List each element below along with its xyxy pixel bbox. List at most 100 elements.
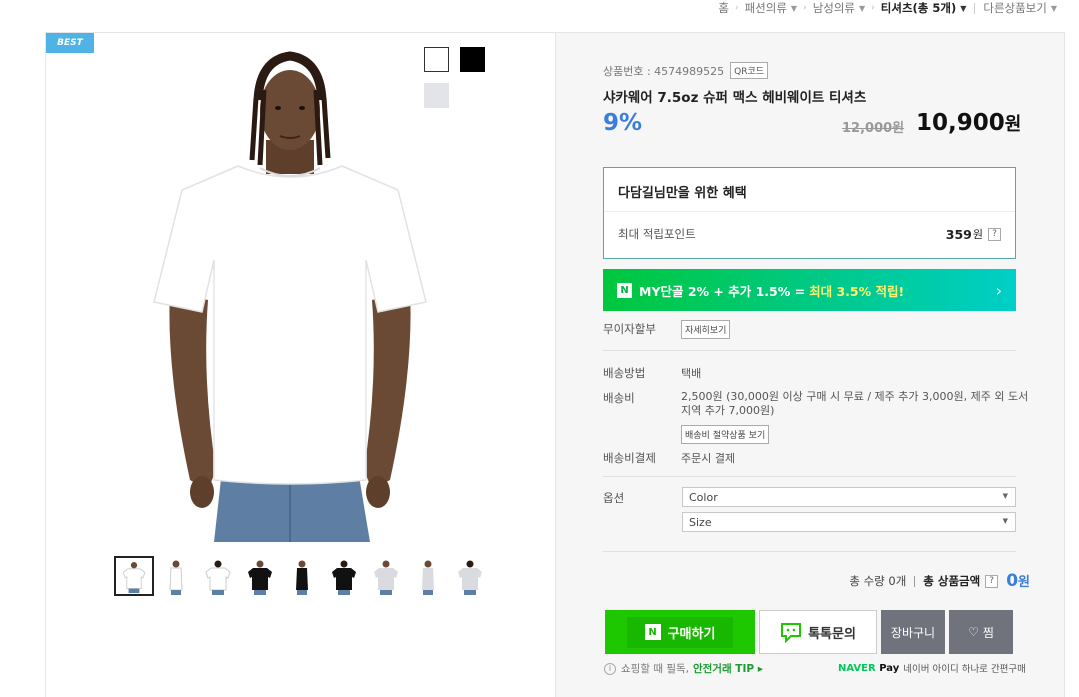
benefit-row: 최대 적립포인트 359 원? (604, 212, 1015, 256)
shipping-fee-line-1: 2,500원 (30,000원 이상 구매 시 무료 / 제주 추가 3,000… (681, 390, 1029, 403)
installment-label: 무이자할부 (603, 322, 656, 336)
benefit-points-value: 359 (945, 226, 972, 242)
size-select[interactable]: Size ▼ (682, 512, 1016, 532)
benefit-heading: 다담길님만을 위한 혜택 (604, 168, 1015, 212)
benefit-points-unit: 원 (972, 228, 983, 241)
benefit-points: 359 원? (946, 226, 1001, 242)
breadcrumb-separator-icon: › (803, 3, 807, 13)
chevron-down-icon: ▼ (1050, 3, 1057, 13)
color-select-value: Color (689, 491, 718, 504)
breadcrumb-separator-icon: › (871, 3, 875, 13)
breadcrumb-fashion[interactable]: 패션의류 ▼ (745, 0, 797, 16)
shipping-payment-label: 배송비결제 (603, 451, 656, 465)
thumbnail-black-front[interactable] (240, 556, 280, 596)
heart-icon: ♡ (968, 625, 979, 639)
shipping-saver-button[interactable]: 배송비 절약상품 보기 (681, 425, 770, 444)
sale-price: 10,900원 (916, 110, 1021, 136)
total-amount-unit: 원 (1018, 575, 1030, 590)
breadcrumb-current-label[interactable]: 티셔츠(총 5개) (881, 0, 956, 16)
total-summary: 총 수량 0개 총 상품금액 ? 0원 (849, 571, 1030, 591)
shipping-fee-line-2: 지역 추가 7,000원) (681, 404, 775, 417)
naver-pay-logo-naver: NAVER (838, 662, 876, 674)
shipping-payment-value: 주문시 결제 (681, 452, 736, 465)
info-icon: i (604, 662, 616, 675)
naver-n-icon: N (644, 624, 661, 640)
product-main-image[interactable] (130, 40, 450, 542)
naver-pay-logo: NAVER Pay (838, 663, 899, 674)
cart-button[interactable]: 장바구니 (881, 610, 945, 654)
installment-row: 무이자할부 (603, 321, 681, 337)
product-title: 샤카웨어 7.5oz 슈퍼 맥스 헤비웨이트 티셔츠 (603, 90, 867, 106)
chevron-down-icon: ▼ (1002, 517, 1008, 525)
benefit-label: 최대 적립포인트 (618, 227, 696, 241)
talktalk-button-label: 톡톡문의 (808, 626, 856, 642)
original-price: 12,000원 (842, 121, 905, 136)
chevron-down-icon: ▼ (790, 3, 798, 13)
buy-button-inner: N 구매하기 (626, 616, 734, 648)
thumbnail-white-front[interactable] (114, 556, 154, 596)
shipping-method-label: 배송방법 (603, 366, 646, 380)
total-quantity: 총 수량 0개 (849, 574, 907, 588)
color-select[interactable]: Color ▼ (682, 487, 1016, 507)
other-products-label[interactable]: 다른상품보기 (983, 0, 1046, 16)
swatch-black[interactable] (460, 47, 485, 72)
chat-bubble-icon (781, 623, 802, 643)
naver-pay-logo-pay: Pay (879, 662, 900, 674)
size-select-value: Size (689, 516, 712, 529)
thumbnail-black-side[interactable] (282, 556, 322, 596)
breadcrumb-home[interactable]: 홈 (718, 0, 729, 16)
divider (974, 2, 976, 14)
thumbnail-black-back[interactable] (324, 556, 364, 596)
total-amount-label: 총 상품금액 (923, 574, 981, 588)
naver-logo-icon: N (617, 282, 632, 298)
naver-membership-banner[interactable]: N MY단골 2% + 추가 1.5% = 최대 3.5% 적립! › (603, 269, 1016, 311)
chevron-down-icon: ▼ (859, 3, 866, 13)
thumbnail-grey-front[interactable] (366, 556, 406, 596)
naver-pay-text: 네이버 아이디 하나로 간편구매 (903, 664, 1026, 675)
help-icon[interactable]: ? (988, 227, 1001, 241)
chevron-down-icon: ▼ (960, 3, 967, 13)
sale-price-unit: 원 (1004, 114, 1022, 135)
cart-button-label: 장바구니 (890, 625, 936, 640)
installment-detail-button[interactable]: 자세히보기 (681, 320, 731, 339)
naver-pay-info: NAVER Pay 네이버 아이디 하나로 간편구매 (838, 661, 1026, 676)
chevron-down-icon: ▼ (1002, 492, 1008, 500)
thumbnail-white-back[interactable] (198, 556, 238, 596)
installment-value: 자세히보기 (681, 320, 731, 339)
safety-tip: i 쇼핑할 때 필독, 안전거래 TIP ▸ (604, 661, 763, 676)
talktalk-button[interactable]: 톡톡문의 (759, 610, 877, 654)
product-number-text: 상품번호 : 4574989525 (603, 64, 725, 78)
thumbnail-white-side[interactable] (156, 556, 196, 596)
breadcrumb-current[interactable]: 티셔츠(총 5개) ▼ (881, 0, 967, 16)
breadcrumb-home-label[interactable]: 홈 (718, 0, 729, 16)
breadcrumb: 홈 › 패션의류 ▼ › 남성의류 ▼ › 티셔츠(총 5개) ▼ 다른상품보기 ▼ (718, 0, 1057, 16)
shipping-fee-value: 2,500원 (30,000원 이상 구매 시 무료 / 제주 추가 3,000… (681, 390, 1028, 418)
qr-code-button[interactable]: QR코드 (730, 62, 769, 79)
best-badge: BEST (46, 33, 94, 53)
benefit-box: 다담길님만을 위한 혜택 최대 적립포인트 359 원? (603, 167, 1016, 259)
thumbnail-strip (114, 556, 492, 596)
safety-tip-link[interactable]: 안전거래 TIP ▸ (693, 661, 763, 676)
thumbnail-grey-side[interactable] (408, 556, 448, 596)
shipping-saver-wrap: 배송비 절약상품 보기 (681, 425, 770, 444)
divider (603, 350, 1016, 351)
breadcrumb-mens[interactable]: 남성의류 ▼ (813, 0, 865, 16)
other-products-link[interactable]: 다른상품보기 ▼ (983, 0, 1057, 16)
discount-rate: 9% (603, 110, 643, 136)
help-icon[interactable]: ? (985, 574, 999, 588)
breadcrumb-separator-icon: › (734, 3, 739, 13)
sale-price-value: 10,900 (916, 110, 1005, 136)
shipping-method-value: 택배 (681, 367, 702, 380)
safety-tip-text: 쇼핑할 때 필독, (621, 663, 689, 675)
breadcrumb-mens-label[interactable]: 남성의류 (813, 0, 855, 16)
option-label: 옵션 (603, 491, 625, 505)
wishlist-button[interactable]: ♡ 찜 (949, 610, 1013, 654)
breadcrumb-fashion-label[interactable]: 패션의류 (745, 0, 787, 16)
thumbnail-grey-back[interactable] (450, 556, 490, 596)
chevron-right-icon: › (995, 280, 1002, 300)
total-amount: 0원 (1006, 571, 1030, 591)
divider (603, 476, 1016, 477)
divider (914, 575, 916, 587)
shipping-fee-label: 배송비 (603, 391, 635, 405)
buy-button[interactable]: N 구매하기 (605, 610, 755, 654)
